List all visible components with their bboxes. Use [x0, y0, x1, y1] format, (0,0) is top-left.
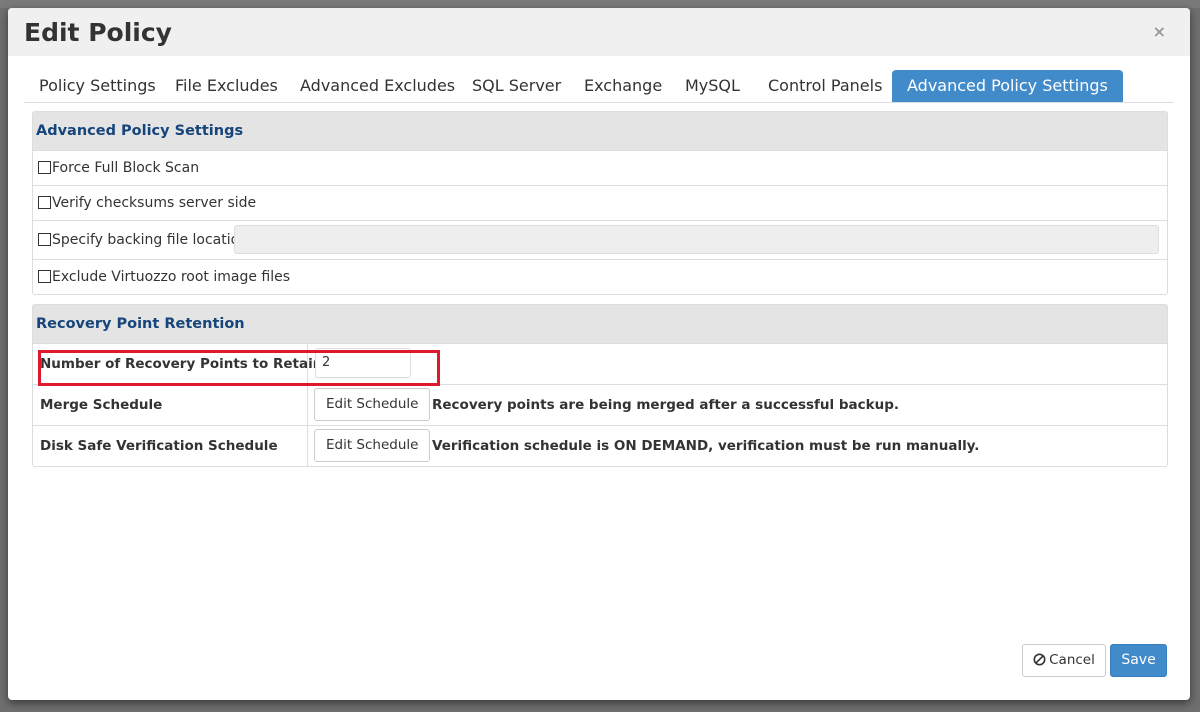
edit-merge-schedule-button[interactable]: Edit Schedule: [314, 388, 431, 421]
backing-file-location-checkbox[interactable]: [38, 233, 51, 247]
modal-header: Edit Policy ×: [8, 8, 1190, 56]
tab-sql-server[interactable]: SQL Server: [457, 70, 576, 102]
table-row: Disk Safe Verification Schedule Edit Sch…: [33, 425, 1167, 466]
verification-schedule-label: Disk Safe Verification Schedule: [40, 438, 278, 454]
table-row: Merge Schedule Edit Schedule Recovery po…: [33, 384, 1167, 425]
advanced-settings-heading: Advanced Policy Settings: [33, 112, 1167, 150]
option-row: Specify backing file location: [33, 220, 1167, 259]
cancel-label: Cancel: [1049, 652, 1095, 668]
column-divider: [307, 344, 308, 384]
verify-checksums-option[interactable]: Verify checksums server side: [38, 194, 256, 212]
tab-policy-settings[interactable]: Policy Settings: [24, 70, 171, 102]
cancel-button[interactable]: Cancel: [1022, 644, 1106, 677]
backing-file-location-option[interactable]: Specify backing file location: [38, 231, 248, 249]
option-row: Force Full Block Scan: [33, 150, 1167, 185]
retention-heading: Recovery Point Retention: [33, 305, 1167, 343]
advanced-settings-panel: Advanced Policy Settings Force Full Bloc…: [32, 111, 1168, 295]
option-row: Verify checksums server side: [33, 185, 1167, 220]
modal-title: Edit Policy: [24, 18, 172, 47]
column-divider: [307, 385, 308, 425]
edit-policy-modal: Edit Policy × Policy Settings File Exclu…: [8, 8, 1190, 700]
force-full-block-scan-option[interactable]: Force Full Block Scan: [38, 159, 199, 177]
option-row: Exclude Virtuozzo root image files: [33, 259, 1167, 294]
recovery-points-input[interactable]: 2: [315, 348, 411, 378]
table-row: Number of Recovery Points to Retain 2: [33, 343, 1167, 384]
tab-exchange[interactable]: Exchange: [569, 70, 677, 102]
force-full-block-scan-checkbox[interactable]: [38, 161, 51, 175]
tab-advanced-policy-settings[interactable]: Advanced Policy Settings: [892, 70, 1123, 102]
option-label: Force Full Block Scan: [52, 159, 200, 176]
exclude-virtuozzo-checkbox[interactable]: [38, 270, 51, 284]
column-divider: [307, 426, 308, 466]
tab-advanced-excludes[interactable]: Advanced Excludes: [285, 70, 470, 102]
policy-tabs: Policy Settings File Excludes Advanced E…: [24, 70, 1174, 103]
tab-control-panels[interactable]: Control Panels: [753, 70, 897, 102]
ban-icon: [1033, 653, 1046, 666]
exclude-virtuozzo-option[interactable]: Exclude Virtuozzo root image files: [38, 268, 290, 286]
edit-verification-schedule-button[interactable]: Edit Schedule: [314, 429, 431, 462]
page-backdrop: [0, 0, 1200, 8]
verification-schedule-status: Verification schedule is ON DEMAND, veri…: [432, 438, 980, 454]
retention-panel: Recovery Point Retention Number of Recov…: [32, 304, 1168, 467]
backing-file-location-input[interactable]: [234, 225, 1159, 254]
tab-file-excludes[interactable]: File Excludes: [160, 70, 293, 102]
close-icon[interactable]: ×: [1153, 22, 1166, 41]
tab-mysql[interactable]: MySQL: [670, 70, 755, 102]
option-label: Verify checksums server side: [52, 194, 257, 211]
merge-schedule-label: Merge Schedule: [40, 397, 163, 413]
option-label: Exclude Virtuozzo root image files: [52, 268, 291, 285]
save-button[interactable]: Save: [1110, 644, 1167, 677]
recovery-points-label: Number of Recovery Points to Retain: [40, 356, 323, 372]
option-label: Specify backing file location: [52, 231, 249, 248]
merge-schedule-status: Recovery points are being merged after a…: [432, 397, 900, 413]
verify-checksums-checkbox[interactable]: [38, 196, 51, 210]
